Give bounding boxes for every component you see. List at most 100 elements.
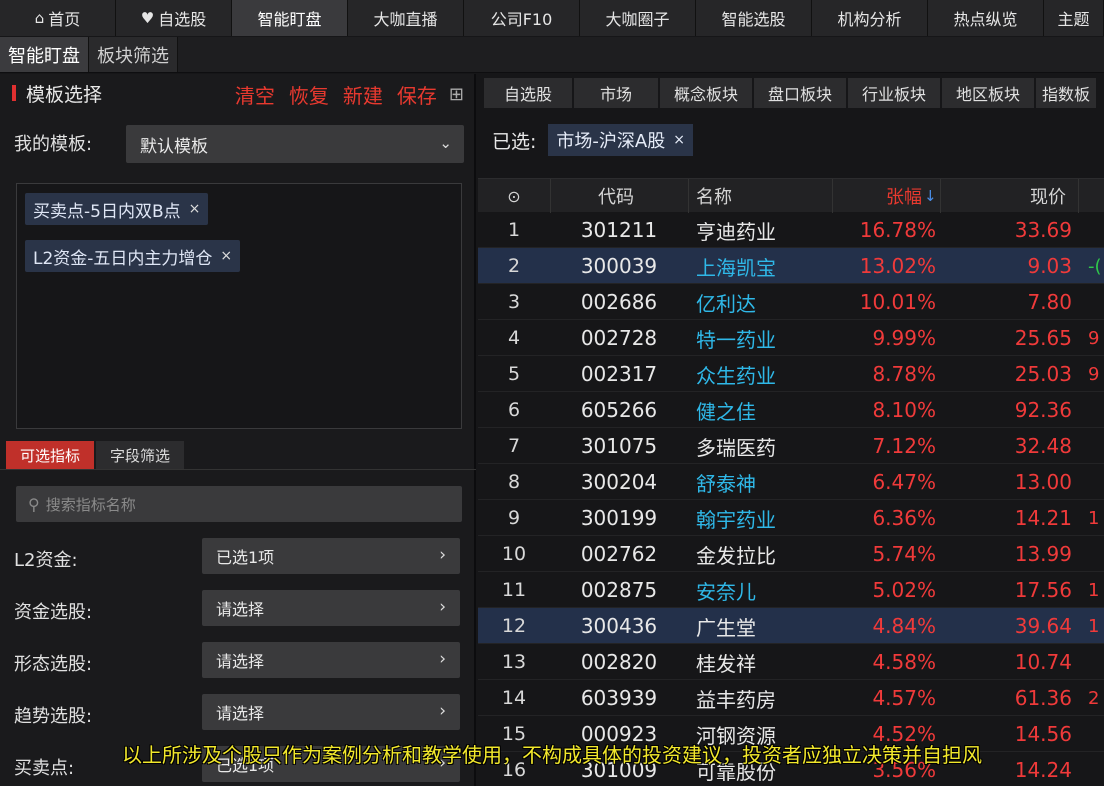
nav-item[interactable]: 主题: [1044, 0, 1104, 36]
truncated-column: [1088, 464, 1104, 500]
table-row[interactable]: 10 002762 金发拉比 5.74% 13.99: [478, 536, 1104, 572]
stock-name[interactable]: 上海凯宝: [696, 248, 836, 284]
row-index: 8: [507, 471, 521, 493]
stock-name[interactable]: 多瑞医药: [696, 428, 836, 464]
market-tab[interactable]: 盘口板块: [754, 78, 846, 108]
truncated-column: [1088, 284, 1104, 320]
filter-select[interactable]: 请选择 ›: [202, 642, 460, 678]
table-row[interactable]: 14 603939 益丰药房 4.57% 61.36 2: [478, 680, 1104, 716]
nav-item-label: 自选股: [158, 10, 207, 29]
table-row[interactable]: 1 301211 亨迪药业 16.78% 33.69: [478, 212, 1104, 248]
stock-name[interactable]: 安奈儿: [696, 572, 836, 608]
stock-name[interactable]: 金发拉比: [696, 536, 836, 572]
table-row[interactable]: 11 002875 安奈儿 5.02% 17.56 1: [478, 572, 1104, 608]
close-icon[interactable]: ×: [220, 248, 232, 264]
stock-code: 301075: [580, 434, 658, 458]
market-tab[interactable]: 市场: [574, 78, 658, 108]
current-price: 7.80: [1027, 290, 1072, 314]
template-select[interactable]: 默认模板 ⌄: [126, 125, 464, 163]
sub-tab[interactable]: 智能盯盘: [0, 37, 89, 72]
nav-item[interactable]: 热点纵览: [928, 0, 1044, 36]
stock-code: 301211: [580, 218, 658, 242]
table-row[interactable]: 3 002686 亿利达 10.01% 7.80: [478, 284, 1104, 320]
market-tab[interactable]: 概念板块: [660, 78, 752, 108]
selected-filter: 已选: 市场-沪深A股 ×: [492, 124, 693, 156]
row-index: 9: [507, 507, 521, 529]
clear-button[interactable]: 清空: [235, 80, 275, 109]
column-name[interactable]: 名称: [696, 179, 732, 213]
row-index: 1: [507, 219, 521, 241]
stock-name[interactable]: 广生堂: [696, 608, 836, 644]
nav-item[interactable]: ♥ 自选股: [116, 0, 232, 36]
tab-field-filter[interactable]: 字段筛选: [96, 441, 185, 469]
search-icon: ⚲: [28, 494, 40, 514]
nav-item[interactable]: ⌂ 首页: [0, 0, 116, 36]
column-change[interactable]: 张幅 ↓: [886, 179, 937, 213]
settings-circle-icon[interactable]: ⊙: [478, 179, 550, 213]
filter-select[interactable]: 请选择 ›: [202, 694, 460, 730]
nav-item-label: 主题: [1057, 10, 1090, 29]
filter-row: 资金选股: 请选择 ›: [0, 588, 476, 628]
stock-name[interactable]: 桂发祥: [696, 644, 836, 680]
truncated-column: -(: [1088, 255, 1102, 277]
sub-tab[interactable]: 板块筛选: [89, 37, 178, 72]
nav-item[interactable]: 智能选股: [696, 0, 812, 36]
row-index: 7: [507, 435, 521, 457]
nav-item-label: 大咖圈子: [605, 10, 670, 29]
stock-name[interactable]: 翰宇药业: [696, 500, 836, 536]
chevron-right-icon: ›: [439, 597, 446, 617]
template-actions: 清空 恢复 新建 保存 ⊞: [221, 80, 464, 109]
filter-label: L2资金:: [14, 550, 78, 571]
column-price[interactable]: 现价: [1030, 179, 1066, 213]
market-tab[interactable]: 地区板块: [942, 78, 1034, 108]
change-percent: 16.78%: [859, 218, 936, 242]
table-row[interactable]: 9 300199 翰宇药业 6.36% 14.21 1: [478, 500, 1104, 536]
table-row[interactable]: 2 300039 上海凯宝 13.02% 9.03 -(: [478, 248, 1104, 284]
close-icon[interactable]: ×: [673, 132, 685, 148]
table-row[interactable]: 13 002820 桂发祥 4.58% 10.74: [478, 644, 1104, 680]
nav-item[interactable]: 智能盯盘: [232, 0, 348, 36]
market-tag-label: 市场-沪深A股: [556, 131, 666, 152]
change-percent: 4.57%: [872, 686, 936, 710]
restore-button[interactable]: 恢复: [289, 80, 329, 109]
tab-optional-indicators[interactable]: 可选指标: [6, 441, 95, 469]
table-row[interactable]: 7 301075 多瑞医药 7.12% 32.48: [478, 428, 1104, 464]
nav-item[interactable]: 大咖圈子: [580, 0, 696, 36]
divider: [0, 469, 476, 470]
table-row[interactable]: 12 300436 广生堂 4.84% 39.64 1: [478, 608, 1104, 644]
nav-item[interactable]: 公司F10: [464, 0, 580, 36]
row-index: 12: [501, 615, 527, 637]
stock-code: 300199: [580, 506, 658, 530]
stock-code: 300436: [580, 614, 658, 638]
stock-name[interactable]: 特一药业: [696, 320, 836, 356]
save-button[interactable]: 保存: [397, 80, 437, 109]
grid-icon[interactable]: ⊞: [449, 84, 464, 105]
table-row[interactable]: 5 002317 众生药业 8.78% 25.03 9: [478, 356, 1104, 392]
new-button[interactable]: 新建: [343, 80, 383, 109]
column-code[interactable]: 代码: [598, 179, 634, 213]
filter-select[interactable]: 已选1项 ›: [202, 538, 460, 574]
market-tab[interactable]: 行业板块: [848, 78, 940, 108]
market-tab[interactable]: 自选股: [484, 78, 572, 108]
stock-name[interactable]: 舒泰神: [696, 464, 836, 500]
truncated-column: [1088, 536, 1104, 572]
stock-name[interactable]: 亨迪药业: [696, 212, 836, 248]
nav-item-label: 智能盯盘: [257, 10, 322, 29]
table-row[interactable]: 4 002728 特一药业 9.99% 25.65 9: [478, 320, 1104, 356]
nav-item[interactable]: 大咖直播: [348, 0, 464, 36]
table-row[interactable]: 6 605266 健之佳 8.10% 92.36: [478, 392, 1104, 428]
filter-select[interactable]: 请选择 ›: [202, 590, 460, 626]
template-title: 模板选择: [26, 83, 103, 106]
stock-name[interactable]: 健之佳: [696, 392, 836, 428]
table-row[interactable]: 8 300204 舒泰神 6.47% 13.00: [478, 464, 1104, 500]
stock-name[interactable]: 益丰药房: [696, 680, 836, 716]
row-index: 2: [507, 255, 521, 277]
nav-item[interactable]: 机构分析: [812, 0, 928, 36]
stock-name[interactable]: 亿利达: [696, 284, 836, 320]
template-panel: 模板选择 清空 恢复 新建 保存 ⊞ 我的模板: 默认模板 ⌄ 买卖点-5日内双…: [0, 74, 476, 786]
search-input[interactable]: ⚲ 搜索指标名称: [16, 486, 462, 522]
filter-label: 趋势选股:: [14, 706, 93, 727]
market-tab[interactable]: 指数板: [1036, 78, 1096, 108]
close-icon[interactable]: ×: [189, 201, 201, 217]
stock-name[interactable]: 众生药业: [696, 356, 836, 392]
